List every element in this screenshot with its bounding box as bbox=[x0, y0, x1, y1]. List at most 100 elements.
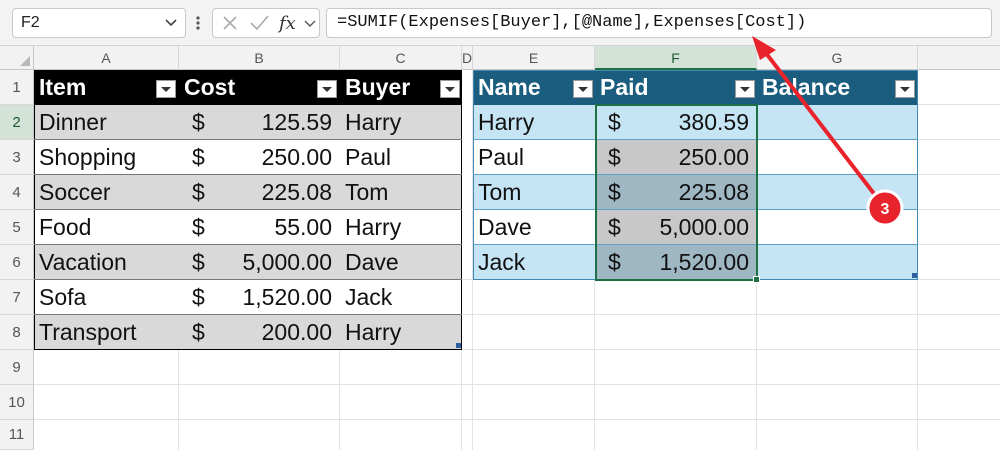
worksheet-grid[interactable]: A B C D E F G 1 2 3 4 5 6 7 8 9 10 11 It… bbox=[0, 46, 1000, 450]
column-header-b[interactable]: B bbox=[179, 46, 340, 70]
enter-check-icon[interactable] bbox=[247, 9, 271, 37]
chevron-down-icon[interactable] bbox=[163, 9, 179, 37]
table-cell-cost[interactable]: $200.00 bbox=[179, 315, 340, 350]
table-header-buyer[interactable]: Buyer bbox=[340, 70, 462, 105]
column-header-a[interactable]: A bbox=[34, 46, 179, 70]
table-cell-buyer[interactable]: Harry bbox=[340, 105, 462, 140]
table-cell-paid[interactable]: $225.08 bbox=[595, 175, 757, 210]
row-header[interactable]: 2 bbox=[0, 105, 34, 140]
gridline bbox=[34, 384, 1000, 385]
filter-dropdown-icon[interactable] bbox=[440, 80, 460, 98]
row-divider bbox=[34, 314, 462, 315]
row-header[interactable]: 8 bbox=[0, 315, 34, 350]
gridline bbox=[918, 139, 1000, 140]
chevron-down-icon[interactable] bbox=[303, 9, 317, 37]
table-cell-cost[interactable]: $55.00 bbox=[179, 210, 340, 245]
table-cell-item[interactable]: Shopping bbox=[34, 140, 179, 175]
table-cell-buyer[interactable]: Dave bbox=[340, 245, 462, 280]
table-cell-balance[interactable] bbox=[757, 175, 918, 210]
filter-dropdown-icon[interactable] bbox=[317, 80, 337, 98]
table-cell-buyer[interactable]: Harry bbox=[340, 315, 462, 350]
table-cell-item[interactable]: Sofa bbox=[34, 280, 179, 315]
row-header[interactable]: 10 bbox=[0, 385, 34, 420]
column-header-g[interactable]: G bbox=[757, 46, 918, 70]
gridline bbox=[918, 174, 1000, 175]
row-divider bbox=[34, 209, 462, 210]
table-cell-name[interactable]: Jack bbox=[473, 245, 595, 280]
row-header[interactable]: 6 bbox=[0, 245, 34, 280]
table-cell-paid[interactable]: $380.59 bbox=[595, 105, 757, 140]
table-resize-handle[interactable] bbox=[912, 273, 917, 278]
cancel-icon[interactable] bbox=[219, 9, 241, 37]
svg-text:fx: fx bbox=[277, 13, 296, 34]
column-header-c[interactable]: C bbox=[340, 46, 462, 70]
filter-dropdown-icon[interactable] bbox=[895, 80, 915, 98]
table-cell-paid[interactable]: $5,000.00 bbox=[595, 210, 757, 245]
table-header-cost[interactable]: Cost bbox=[179, 70, 340, 105]
formula-actions: fx bbox=[212, 8, 320, 38]
table-cell-balance[interactable] bbox=[757, 105, 918, 140]
table-cell-balance[interactable] bbox=[757, 245, 918, 280]
column-header-d[interactable]: D bbox=[462, 46, 473, 70]
gridline bbox=[462, 314, 1000, 315]
name-box[interactable]: F2 bbox=[12, 8, 186, 38]
table-header-name[interactable]: Name bbox=[473, 70, 595, 105]
select-all-corner[interactable] bbox=[0, 46, 34, 70]
table-cell-paid[interactable]: $250.00 bbox=[595, 140, 757, 175]
table-cell-name[interactable]: Paul bbox=[473, 140, 595, 175]
row-header[interactable]: 5 bbox=[0, 210, 34, 245]
table-cell-paid[interactable]: $1,520.00 bbox=[595, 245, 757, 280]
row-divider bbox=[34, 244, 462, 245]
column-header-e[interactable]: E bbox=[473, 46, 595, 70]
row-header[interactable]: 4 bbox=[0, 175, 34, 210]
row-header[interactable]: 7 bbox=[0, 280, 34, 315]
table-cell-balance[interactable] bbox=[757, 210, 918, 245]
formula-input[interactable]: =SUMIF(Expenses[Buyer],[@Name],Expenses[… bbox=[326, 8, 992, 38]
table-cell-item[interactable]: Food bbox=[34, 210, 179, 245]
table-cell-item[interactable]: Dinner bbox=[34, 105, 179, 140]
row-header[interactable]: 3 bbox=[0, 140, 34, 175]
row-header[interactable]: 9 bbox=[0, 350, 34, 385]
more-options-icon[interactable] bbox=[195, 12, 201, 34]
table-cell-cost[interactable]: $125.59 bbox=[179, 105, 340, 140]
table-resize-handle[interactable] bbox=[456, 343, 461, 348]
table-cell-cost[interactable]: $1,520.00 bbox=[179, 280, 340, 315]
fill-handle[interactable] bbox=[753, 276, 760, 283]
table-cell-item[interactable]: Soccer bbox=[34, 175, 179, 210]
table-header-balance[interactable]: Balance bbox=[757, 70, 918, 105]
table-cell-buyer[interactable]: Tom bbox=[340, 175, 462, 210]
gridline bbox=[918, 244, 1000, 245]
table-cell-cost[interactable]: $250.00 bbox=[179, 140, 340, 175]
row-divider bbox=[34, 279, 462, 280]
row-divider bbox=[473, 209, 918, 210]
gridline bbox=[34, 419, 1000, 420]
row-header[interactable]: 1 bbox=[0, 70, 34, 105]
table-header-item[interactable]: Item bbox=[34, 70, 179, 105]
table-cell-cost[interactable]: $225.08 bbox=[179, 175, 340, 210]
table-cell-buyer[interactable]: Harry bbox=[340, 210, 462, 245]
filter-dropdown-icon[interactable] bbox=[735, 80, 755, 98]
table-cell-buyer[interactable]: Jack bbox=[340, 280, 462, 315]
gridline bbox=[918, 209, 1000, 210]
row-divider bbox=[473, 244, 918, 245]
table-cell-item[interactable]: Vacation bbox=[34, 245, 179, 280]
filter-dropdown-icon[interactable] bbox=[156, 80, 176, 98]
row-divider bbox=[34, 174, 462, 175]
column-header-f[interactable]: F bbox=[595, 46, 757, 70]
table-cell-name[interactable]: Harry bbox=[473, 105, 595, 140]
row-header[interactable]: 11 bbox=[0, 420, 34, 450]
table-cell-item[interactable]: Transport bbox=[34, 315, 179, 350]
table-cell-balance[interactable] bbox=[757, 140, 918, 175]
table-cell-name[interactable]: Dave bbox=[473, 210, 595, 245]
table-cell-name[interactable]: Tom bbox=[473, 175, 595, 210]
filter-dropdown-icon[interactable] bbox=[573, 80, 593, 98]
insert-function-icon[interactable]: fx bbox=[277, 9, 303, 37]
name-box-value: F2 bbox=[21, 14, 40, 31]
column-header-h[interactable] bbox=[918, 46, 1000, 70]
table-cell-cost[interactable]: $5,000.00 bbox=[179, 245, 340, 280]
table-header-paid[interactable]: Paid bbox=[595, 70, 757, 105]
row-divider bbox=[34, 139, 462, 140]
table-cell-buyer[interactable]: Paul bbox=[340, 140, 462, 175]
formula-bar: F2 fx =SUMIF(Expenses[Buyer],[@Name],Exp… bbox=[0, 0, 1000, 46]
gridline bbox=[918, 104, 1000, 105]
